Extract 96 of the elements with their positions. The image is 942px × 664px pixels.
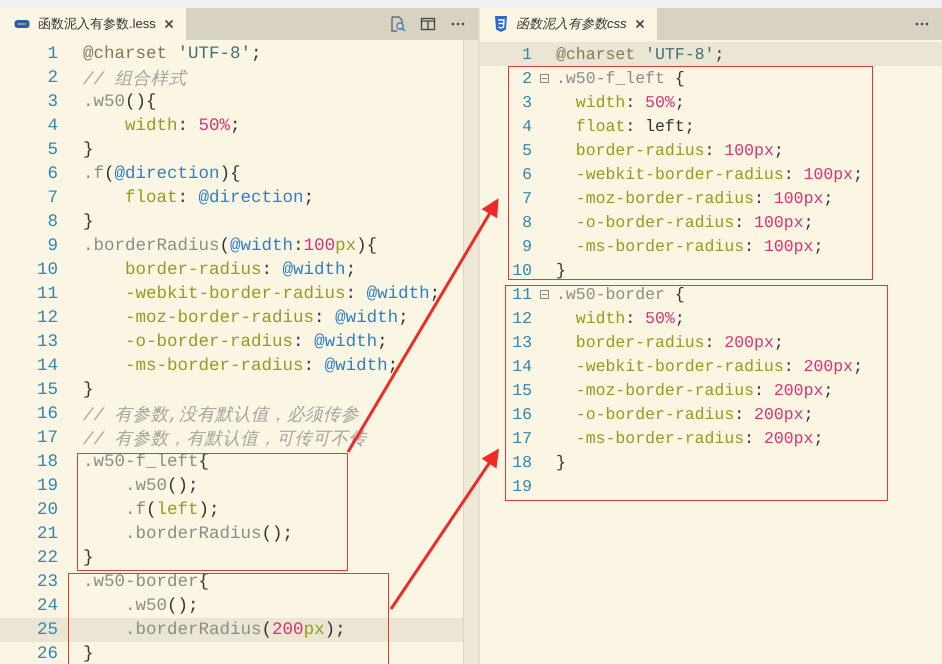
line-number: 2 [521,68,532,88]
line-number: 7 [46,188,58,208]
code-line: -ms-border-radius: 200px; [574,428,824,448]
code-line: -moz-border-radius: @width; [124,308,409,328]
code-line: -webkit-border-radius: 100px; [574,164,863,184]
code-line: border-radius: 200px; [574,332,784,352]
file-type-icon [494,16,508,32]
code-line: width: 50%; [574,92,685,112]
line-number: 13 [511,332,532,352]
code-line: -o-border-radius: @width; [124,332,388,352]
line-number: 2 [46,68,58,88]
line-number: 15 [36,380,58,400]
split-editor-icon[interactable] [420,16,436,32]
code-line: .borderRadius(200px); [124,620,346,640]
line-number: 1 [521,44,532,64]
code-line: -webkit-border-radius: 200px; [574,356,863,376]
code-line: .f(@direction){ [83,164,241,184]
editor-tab[interactable]: 函数泥入有参数.less [0,8,186,40]
code-line: -ms-border-radius: 100px; [574,236,824,256]
code-line: .borderRadius(); [124,524,294,544]
line-number: 18 [36,452,58,472]
code-line: } [83,644,94,664]
line-number: 24 [36,596,58,616]
line-number: 19 [36,476,58,496]
code-line: border-radius: @width; [124,260,356,280]
code-line: border-radius: 100px; [574,140,784,160]
code-line: } [83,140,94,160]
line-number: 12 [511,308,532,328]
line-number: 9 [46,236,58,256]
code-line: -webkit-border-radius: @width; [124,284,440,304]
line-number: 4 [46,116,58,136]
find-icon[interactable] [390,16,406,32]
line-number: 11 [511,284,532,304]
line-number: 22 [36,548,58,568]
line-number: 19 [511,476,532,496]
code-line: .w50(); [124,596,199,616]
editor-tab[interactable]: 函数泥入有参数css [480,8,656,40]
line-number: 25 [36,620,58,640]
code-line: // 组合样式 [83,68,187,90]
line-number: 5 [521,140,532,160]
file-type-icon [14,19,30,29]
line-number: 23 [36,572,58,592]
close-icon[interactable] [634,19,644,29]
close-icon[interactable] [164,19,174,29]
collapse-icon[interactable] [540,74,548,82]
code-line: -moz-border-radius: 100px; [574,188,834,208]
line-number: 3 [521,92,532,112]
line-number: 10 [511,260,532,280]
code-line: width: 50%; [574,308,685,328]
line-number: 4 [521,116,532,136]
line-number: 18 [511,452,532,472]
line-number: 10 [36,260,58,280]
code-line: @charset 'UTF-8'; [556,44,724,64]
code-line: width: 50%; [124,116,241,136]
line-number: 15 [511,380,532,400]
code-line: .w50(); [124,476,199,496]
code-line: .w50-border { [556,284,685,304]
code-line: } [83,548,94,568]
line-number: 16 [36,404,58,424]
code-line: -ms-border-radius: @width; [124,356,398,376]
line-number: 21 [36,524,58,544]
code-line: .borderRadius(@width:100px){ [83,236,378,256]
line-number: 1 [46,44,58,64]
code-line: float: left; [574,116,695,136]
code-line: .w50(){ [83,92,157,112]
line-number: 7 [521,188,532,208]
code-line: -o-border-radius: 200px; [574,404,814,424]
line-number: 3 [46,92,58,112]
line-number: 9 [521,236,532,256]
collapse-icon[interactable] [540,290,548,298]
code-line: // 有参数,没有默认值，必须传参 [83,404,360,426]
line-number: 6 [521,164,532,184]
code-line: .f(left); [124,500,220,520]
code-line: } [83,212,94,232]
code-line: } [556,452,566,472]
code-line: } [83,380,94,400]
line-number: 17 [36,428,58,448]
code-line: } [556,260,566,280]
line-number: 8 [521,212,532,232]
code-line: float: @direction; [124,188,314,208]
line-number: 11 [36,284,58,304]
line-number: 13 [36,332,58,352]
line-number: 8 [46,212,58,232]
code-line: -o-border-radius: 100px; [574,212,814,232]
line-number: 12 [36,308,58,328]
code-line: -moz-border-radius: 200px; [574,380,834,400]
line-number: 5 [46,140,58,160]
line-number: 26 [36,644,58,664]
code-line: @charset 'UTF-8'; [83,44,262,64]
line-number: 16 [511,404,532,424]
line-number: 17 [511,428,532,448]
code-line: .w50-f_left { [556,68,685,88]
line-number: 20 [36,500,58,520]
line-number: 14 [511,356,532,376]
line-number: 6 [46,164,58,184]
line-number: 14 [36,356,58,376]
